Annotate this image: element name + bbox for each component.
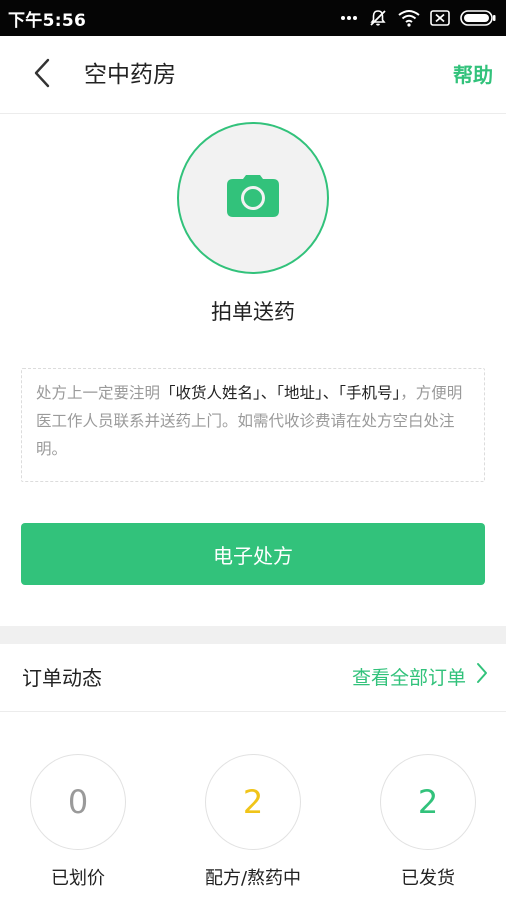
view-all-label: 查看全部订单 <box>351 667 466 689</box>
order-stat-label: 配方/熬药中 <box>204 868 302 889</box>
page-title: 空中药房 <box>84 62 176 88</box>
chevron-left-icon <box>33 58 51 92</box>
status-icons <box>340 8 496 28</box>
order-stat-label: 已发货 <box>401 868 455 889</box>
order-stat-label: 已划价 <box>51 868 105 889</box>
order-count: 2 <box>242 783 264 821</box>
nav-bar: 空中药房 帮助 <box>0 36 506 114</box>
photo-upload-button[interactable] <box>177 122 329 274</box>
more-dots-icon <box>340 15 358 21</box>
notice-highlight: 「收货人姓名」、「地址」、「手机号」 <box>160 384 401 402</box>
order-count: 0 <box>67 783 89 821</box>
notice-text: 处方上一定要注明 <box>36 384 161 402</box>
status-bar: 下午5:56 <box>0 0 506 36</box>
battery-icon <box>460 10 496 26</box>
status-time: 下午5:56 <box>8 10 87 31</box>
help-link[interactable]: 帮助 <box>453 58 493 92</box>
chevron-right-icon <box>476 662 488 694</box>
sim-off-icon <box>430 10 450 26</box>
notice-box: 处方上一定要注明「收货人姓名」、「地址」、「手机号」，方便明医工作人员联系并送药… <box>21 368 485 482</box>
camera-icon <box>227 175 279 221</box>
section-divider <box>0 626 506 644</box>
order-stat-shipped[interactable]: 2 已发货 <box>380 754 476 889</box>
mute-icon <box>368 8 388 28</box>
order-stat-preparing[interactable]: 2 配方/熬药中 <box>205 754 301 889</box>
order-count-circle[interactable]: 2 <box>380 754 476 850</box>
wifi-icon <box>398 9 420 27</box>
order-count-circle[interactable]: 0 <box>30 754 126 850</box>
order-count-circle[interactable]: 2 <box>205 754 301 850</box>
order-header: 订单动态 查看全部订单 <box>0 644 506 712</box>
order-count: 2 <box>417 783 439 821</box>
order-stat-priced[interactable]: 0 已划价 <box>30 754 126 889</box>
back-button[interactable] <box>24 56 60 94</box>
view-all-orders-link[interactable]: 查看全部订单 <box>352 662 488 694</box>
photo-label: 拍单送药 <box>211 300 295 324</box>
order-section-title: 订单动态 <box>22 666 102 690</box>
e-prescription-button[interactable]: 电子处方 <box>21 523 485 585</box>
